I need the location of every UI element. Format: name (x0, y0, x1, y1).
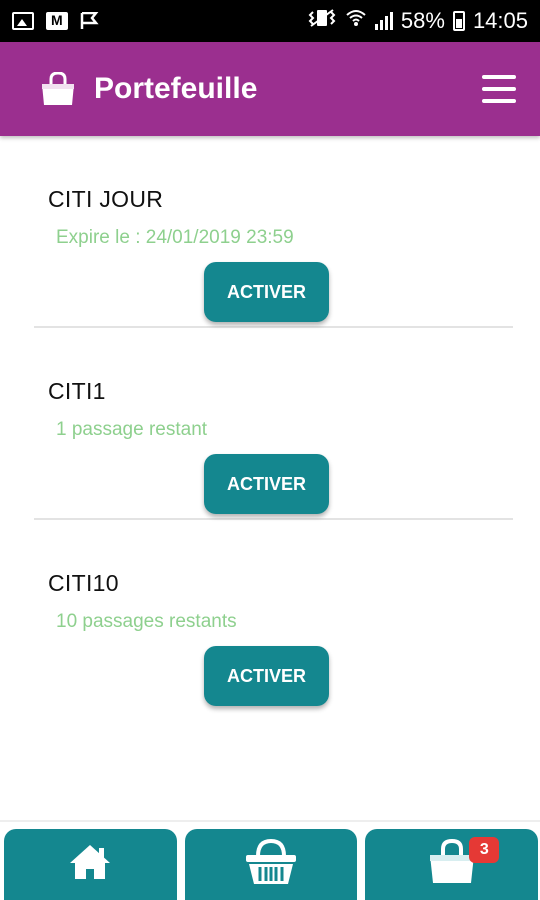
clock: 14:05 (472, 8, 528, 33)
hamburger-menu-icon[interactable] (482, 75, 516, 103)
ticket-status: 1 passage restant (56, 419, 208, 440)
system-indicators: 58% 14:05 (307, 8, 528, 34)
wallet-ticket-list: CITI JOUR Expire le : 24/01/2019 23:59 A… (0, 136, 540, 712)
nav-wallet-button[interactable]: 3 (365, 829, 539, 900)
cart-count-badge: 3 (469, 837, 500, 863)
notification-icons (12, 11, 100, 30)
signal-strength-icon (374, 12, 393, 30)
nav-basket-button[interactable] (184, 829, 358, 900)
ticket-item: CITI JOUR Expire le : 24/01/2019 23:59 A… (34, 136, 513, 328)
gallery-notification-icon (12, 12, 34, 30)
shopping-bag-icon (40, 72, 76, 106)
battery-icon (452, 11, 465, 31)
bottom-navigation: 3 (4, 829, 539, 900)
ticket-status: Expire le : 24/01/2019 23:59 (56, 227, 294, 248)
home-icon (68, 843, 112, 886)
mail-notification-icon (46, 12, 68, 30)
flag-notification-icon (80, 11, 100, 30)
ticket-name: CITI10 (48, 570, 119, 596)
basket-icon (244, 838, 298, 891)
nav-home-button[interactable] (4, 829, 177, 900)
ticket-name: CITI1 (48, 378, 106, 404)
ticket-status: 10 passages restants (56, 611, 237, 632)
app-bar: Portefeuille (0, 42, 540, 136)
activate-button[interactable]: ACTIVER (204, 262, 329, 322)
wifi-icon (345, 8, 367, 34)
ticket-item: CITI10 10 passages restants ACTIVER (34, 520, 513, 712)
page-title: Portefeuille (94, 72, 258, 105)
activate-button[interactable]: ACTIVER (204, 646, 329, 706)
activate-button[interactable]: ACTIVER (204, 454, 329, 514)
ticket-name: CITI JOUR (48, 186, 164, 212)
ticket-item: CITI1 1 passage restant ACTIVER (34, 328, 513, 520)
vibrate-icon (307, 8, 337, 34)
battery-percentage: 58% (400, 8, 445, 33)
status-bar: 58% 14:05 (0, 0, 540, 42)
bottom-divider (0, 820, 540, 822)
